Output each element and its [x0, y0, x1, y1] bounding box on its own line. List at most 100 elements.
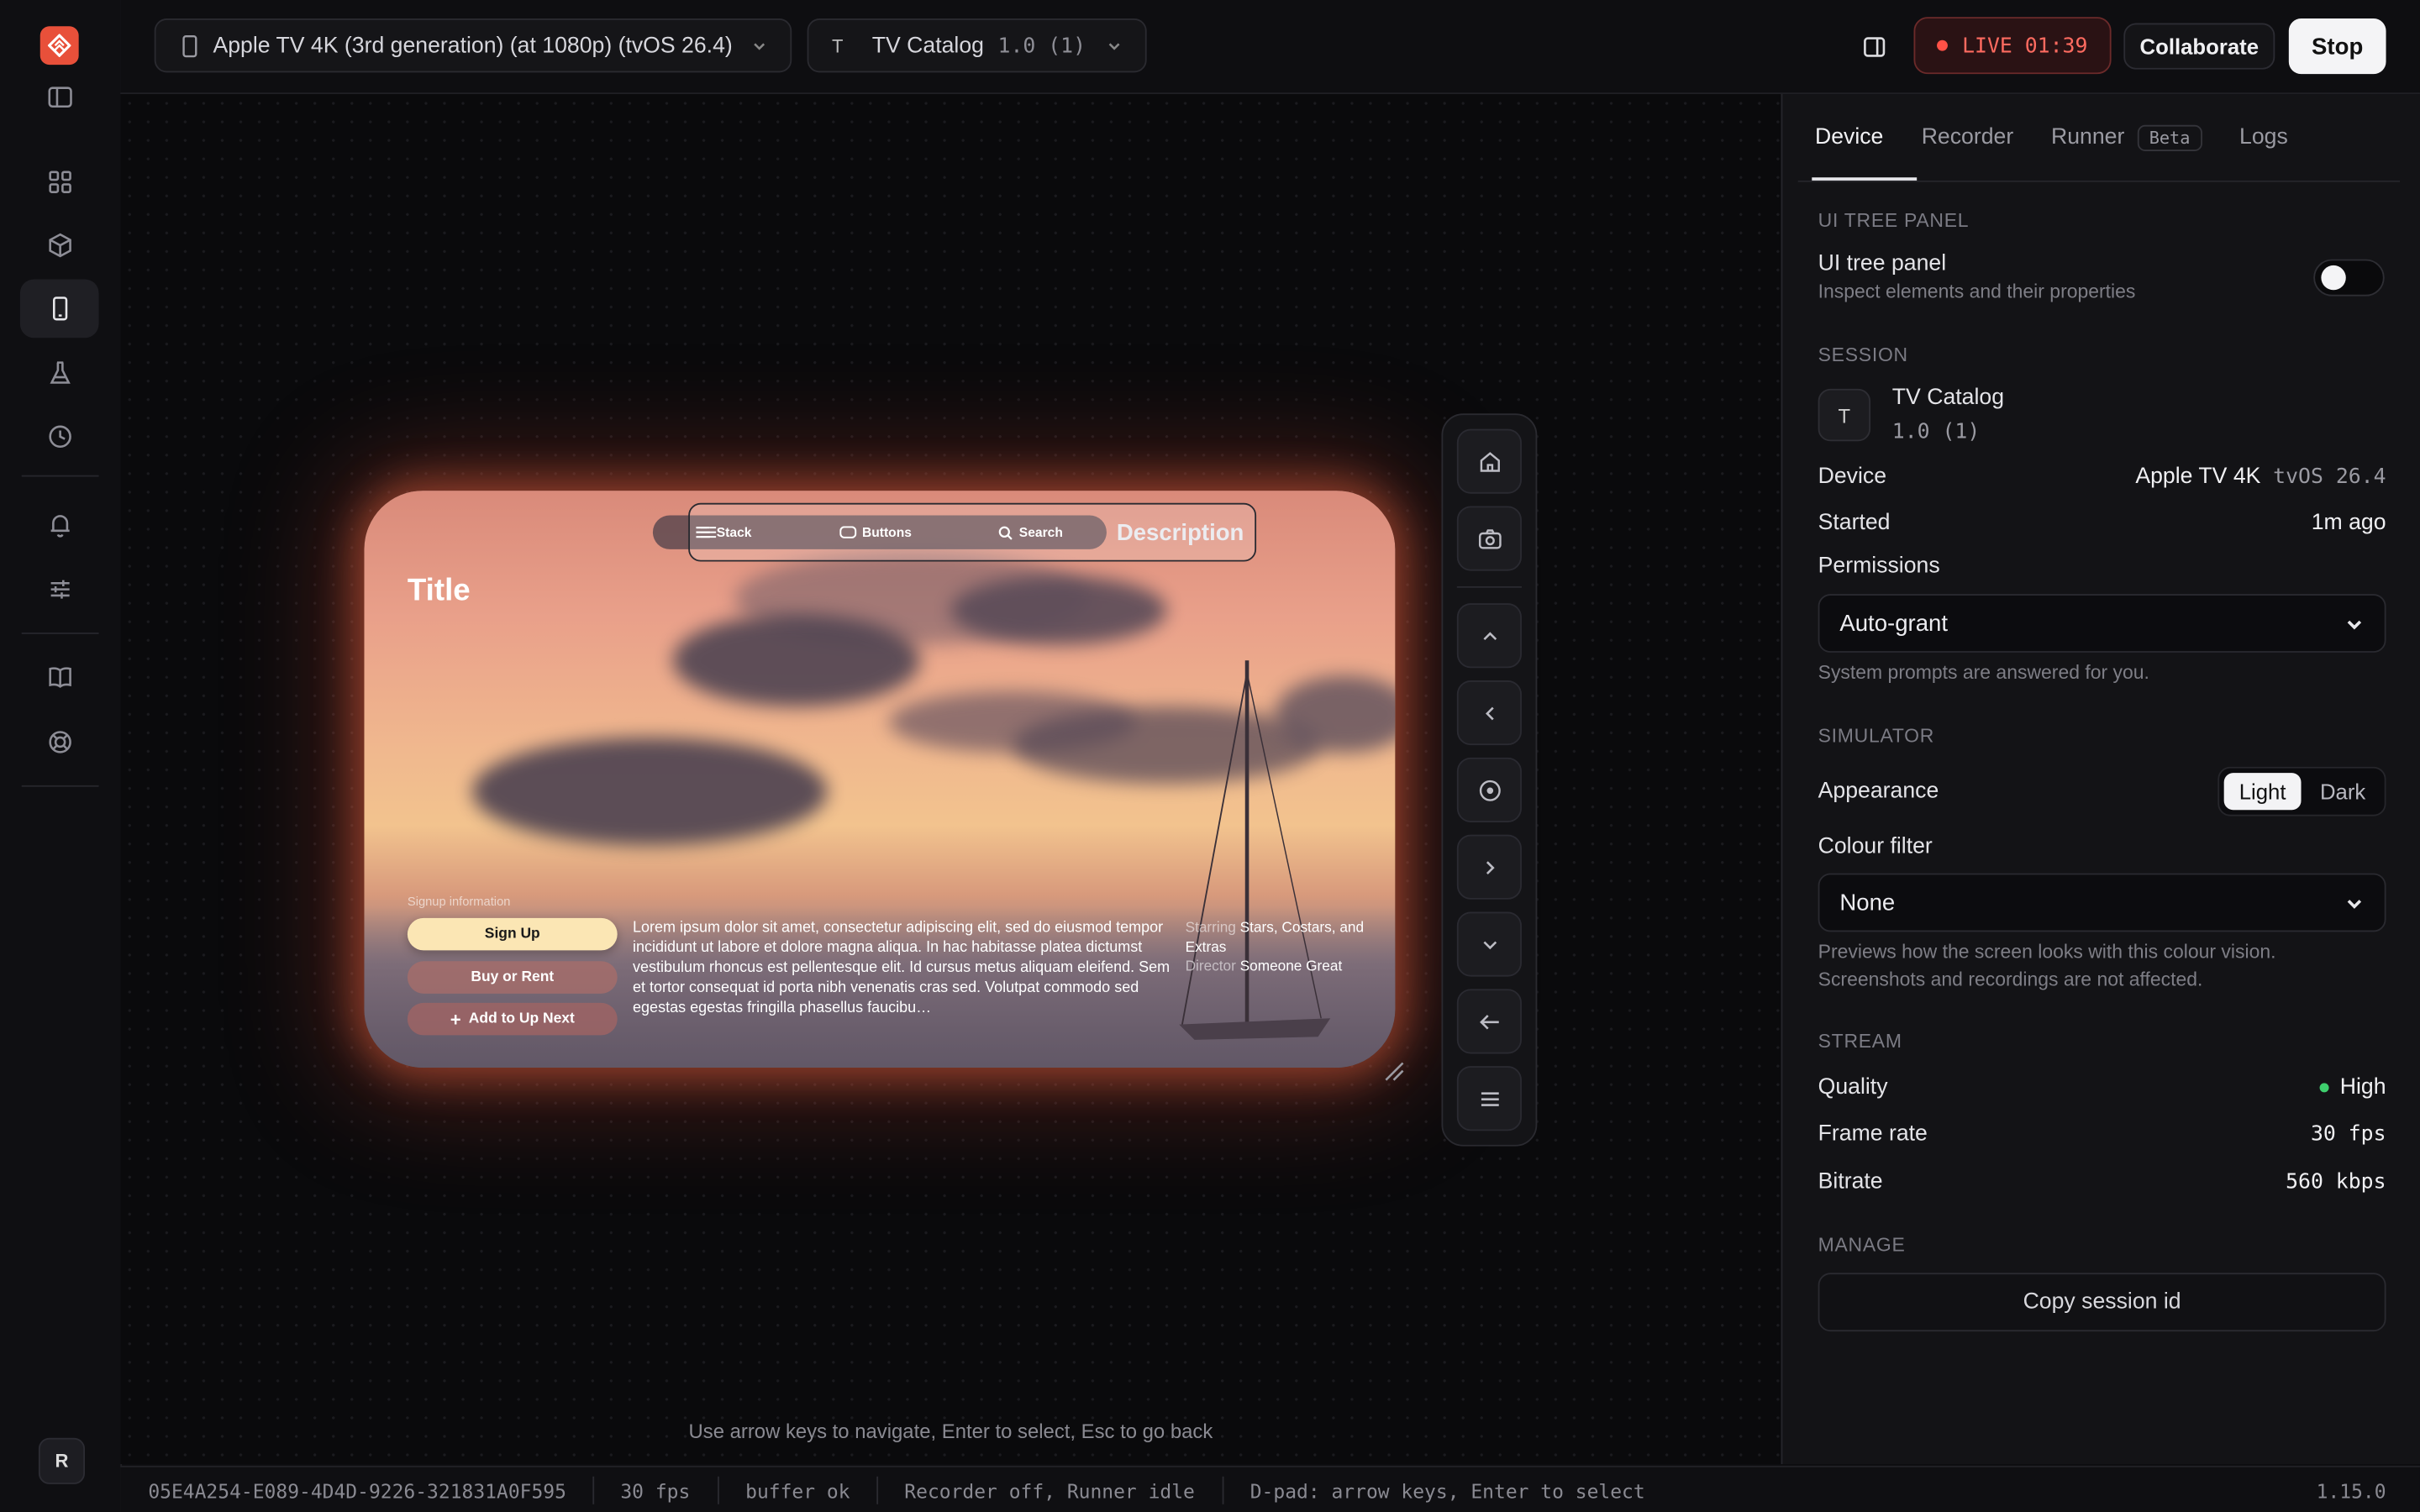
left-rail: R	[0, 0, 123, 1512]
lifebuoy-icon[interactable]	[20, 713, 99, 772]
dpad-left-button[interactable]	[1456, 680, 1522, 746]
dpad-down-button[interactable]	[1456, 911, 1522, 977]
inspector-panel: Device Recorder Runner Beta Logs UI TREE …	[1781, 94, 2420, 1465]
tv-sign-up-button[interactable]: Sign Up	[407, 917, 618, 951]
quality-value: High	[2319, 1075, 2386, 1100]
ui-tree-toggle[interactable]	[2313, 259, 2385, 297]
sliders-icon[interactable]	[20, 560, 99, 619]
ui-tree-sublabel: Inspect elements and their properties	[1818, 281, 2136, 302]
active-tab-indicator	[1812, 177, 1918, 181]
permissions-select[interactable]: Auto-grant	[1818, 594, 2386, 653]
colour-filter-note-2: Screenshots and recordings are not affec…	[1818, 969, 2203, 991]
tv-add-to-up-next-button[interactable]: + Add to Up Next	[407, 1002, 618, 1036]
section-simulator: SIMULATOR	[1818, 725, 1935, 747]
status-divider	[1222, 1476, 1224, 1504]
permissions-note: System prompts are answered for you.	[1818, 661, 2149, 684]
status-dpad-hint: D-pad: arrow keys, Enter to select	[1249, 1479, 1645, 1503]
session-app-name: TV Catalog	[1891, 386, 2005, 411]
device-selector-label: Apple TV 4K (3rd generation) (at 1080p) …	[213, 33, 733, 58]
permissions-label: Permissions	[1818, 554, 1940, 579]
home-button[interactable]	[1456, 428, 1522, 494]
tv-credits: Starring Stars, Costars, and Extras Dire…	[1186, 918, 1370, 976]
avatar[interactable]: R	[38, 1437, 86, 1484]
appearance-segmented-control: Light Dark	[2217, 766, 2386, 816]
beta-badge: Beta	[2137, 124, 2203, 151]
tv-description: Lorem ipsum dolor sit amet, consectetur …	[633, 919, 1171, 1017]
colour-filter-select[interactable]: None	[1818, 873, 2386, 932]
top-bar: Apple TV 4K (3rd generation) (at 1080p) …	[120, 0, 2420, 95]
resize-handle-icon[interactable]	[1383, 1060, 1405, 1082]
plus-icon: +	[450, 1008, 461, 1030]
chevron-up-icon	[1482, 631, 1497, 640]
started-value: 1m ago	[2311, 510, 2386, 536]
colour-filter-value: None	[1839, 889, 1896, 916]
book-icon[interactable]	[20, 648, 99, 706]
tab-recorder[interactable]: Recorder	[1922, 125, 2014, 150]
stop-button[interactable]: Stop	[2288, 18, 2386, 75]
toggle-sidebar-icon[interactable]	[20, 68, 99, 127]
rail-divider	[21, 475, 99, 477]
started-label: Started	[1818, 510, 1891, 536]
section-manage: MANAGE	[1818, 1234, 1906, 1257]
status-session-id: 05E4A254-E089-4D4D-9226-321831A0F595	[148, 1479, 566, 1503]
tab-device[interactable]: Device	[1815, 125, 1883, 150]
frame-rate-value: 30 fps	[2310, 1121, 2386, 1147]
package-icon[interactable]	[20, 216, 99, 275]
device-os: tvOS 26.4	[2273, 464, 2386, 490]
device-selector[interactable]: Apple TV 4K (3rd generation) (at 1080p) …	[154, 18, 792, 73]
quality-label: Quality	[1818, 1075, 1888, 1100]
live-indicator[interactable]: LIVE 01:39	[1913, 17, 2112, 75]
back-button[interactable]	[1456, 989, 1522, 1054]
status-recorder: Recorder off, Runner idle	[904, 1479, 1195, 1503]
app-selector[interactable]: T TV Catalog 1.0 (1)	[807, 18, 1147, 73]
tv-title: Title	[407, 574, 471, 608]
app-version: 1.0 (1)	[997, 33, 1086, 58]
collaborate-button[interactable]: Collaborate	[2123, 23, 2275, 70]
toggle-knob	[2321, 265, 2346, 291]
screenshot-button[interactable]	[1456, 506, 1522, 571]
status-buffer: buffer ok	[745, 1479, 850, 1503]
tv-button-label: Add to Up Next	[468, 1011, 575, 1028]
cloud-shape	[950, 575, 1167, 645]
dpad-up-button[interactable]	[1456, 603, 1522, 669]
permissions-value: Auto-grant	[1839, 610, 1949, 637]
chevron-down-icon	[2347, 619, 2362, 629]
chevron-right-icon	[1486, 860, 1494, 874]
tv-button-label: Buy or Rent	[471, 969, 555, 986]
tab-logs[interactable]: Logs	[2239, 125, 2288, 150]
flask-icon[interactable]	[20, 344, 99, 403]
dpad-right-button[interactable]	[1456, 834, 1522, 900]
history-icon[interactable]	[20, 407, 99, 466]
cloud-shape	[672, 614, 920, 707]
app-logo-icon[interactable]	[39, 26, 79, 66]
quality-status-dot-icon	[2319, 1083, 2329, 1093]
toggle-panel-icon[interactable]	[1855, 29, 1892, 63]
copy-session-id-button[interactable]: Copy session id	[1818, 1273, 2386, 1332]
app-initial-icon: T	[831, 34, 844, 57]
section-ui-tree: UI TREE PANEL	[1818, 209, 1970, 232]
device-value: Apple TV 4K tvOS 26.4	[2135, 465, 2386, 489]
bell-icon[interactable]	[20, 496, 99, 554]
section-stream: STREAM	[1818, 1030, 1902, 1053]
section-session: SESSION	[1818, 344, 1908, 366]
select-circle-icon	[1478, 779, 1500, 801]
apps-grid-icon[interactable]	[20, 153, 99, 212]
tv-buy-or-rent-button[interactable]: Buy or Rent	[407, 961, 618, 994]
device-icon[interactable]	[19, 279, 99, 339]
status-divider	[718, 1476, 719, 1504]
app-name: TV Catalog	[871, 33, 984, 58]
menu-button[interactable]	[1456, 1066, 1522, 1131]
tv-screen[interactable]: Stack Buttons Description Search Title S…	[364, 491, 1396, 1068]
tab-runner[interactable]: Runner Beta	[2051, 124, 2203, 151]
tv-nav-description[interactable]: Description	[688, 502, 1257, 562]
appearance-light-option[interactable]: Light	[2223, 773, 2302, 811]
keyboard-hint: Use arrow keys to navigate, Enter to sel…	[688, 1419, 1213, 1443]
device-icon	[182, 34, 197, 57]
appearance-dark-option[interactable]: Dark	[2306, 773, 2380, 810]
dpad-select-button[interactable]	[1456, 757, 1522, 822]
status-fps: 30 fps	[620, 1479, 691, 1503]
colour-filter-label: Colour filter	[1818, 834, 1933, 860]
quality-text: High	[2339, 1075, 2386, 1100]
tv-nav-bar: Stack Buttons Description Search	[652, 502, 1257, 562]
session-app-version: 1.0 (1)	[1891, 419, 1981, 444]
